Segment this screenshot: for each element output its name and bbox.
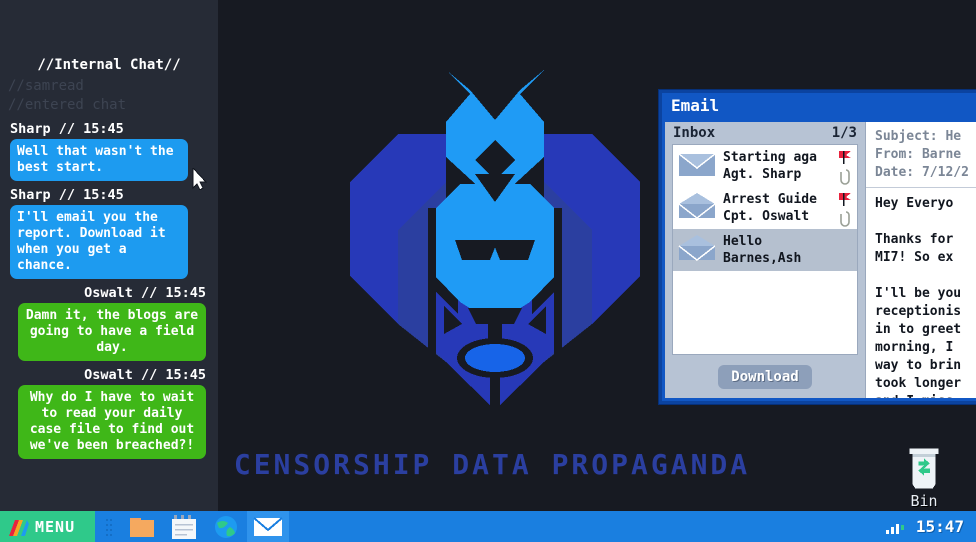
chat-message: Sharp // 15:45 I'll email you the report… xyxy=(0,186,218,279)
inbox-item-sender: Barnes,Ash xyxy=(723,251,802,266)
inbox-item-icons xyxy=(833,191,855,227)
notepad-icon xyxy=(172,514,196,539)
email-reading-body: Hey Everyo Thanks for MI7! So ex I'll be… xyxy=(866,188,976,398)
taskbar-clock[interactable]: 15:47 xyxy=(916,517,964,536)
email-body-paragraph: I'll be you receptionis in to greet morn… xyxy=(875,286,962,398)
chat-message-bubble: I'll email you the report. Download it w… xyxy=(10,205,188,279)
inbox-item-text: Arrest Guide Cpt. Oswalt xyxy=(723,191,827,225)
taskbar-item-notepad[interactable] xyxy=(163,511,205,542)
email-body-paragraph: Hey Everyo xyxy=(875,196,954,211)
inbox-column: Inbox 1/3 Starting aga Agt. Sharp Arrest… xyxy=(665,122,865,398)
inbox-item-sender: Cpt. Oswalt xyxy=(723,209,810,224)
inbox-list-item[interactable]: Starting aga Agt. Sharp xyxy=(673,145,857,187)
download-button-wrap: Download xyxy=(665,355,865,398)
red-flag-icon xyxy=(839,193,851,206)
email-body-paragraph: Thanks for MI7! So ex xyxy=(875,232,954,265)
internal-chat-panel: //Internal Chat// //samread //entered ch… xyxy=(0,0,218,511)
inbox-item-subject: Hello xyxy=(723,234,763,249)
email-from-line: From: Barne xyxy=(875,147,962,162)
taskbar: MENU 15:47 xyxy=(0,511,976,542)
inbox-item-icons xyxy=(833,149,855,185)
chat-system-line: //samread xyxy=(8,78,84,94)
open-envelope-icon xyxy=(678,235,716,261)
system-tray: 15:47 xyxy=(885,517,976,536)
chat-message-bubble: Well that wasn't the best start. xyxy=(10,139,188,181)
rainbow-start-icon xyxy=(9,519,29,536)
red-flag-icon xyxy=(839,151,851,164)
taskbar-item-email[interactable] xyxy=(247,511,289,542)
desktop-wordart: Censorship Data Propaganda xyxy=(233,448,751,481)
paperclip-icon xyxy=(840,211,850,227)
email-reading-header: Subject: He From: Barne Date: 7/12/2 xyxy=(866,122,976,188)
inbox-item-subject: Starting aga xyxy=(723,150,817,165)
chat-message-meta: Sharp // 15:45 xyxy=(10,187,124,203)
chat-message-meta: Oswalt // 15:45 xyxy=(84,367,206,383)
desktop: Censorship Data Propaganda Bin //Interna… xyxy=(0,0,976,542)
inbox-header: Inbox 1/3 xyxy=(665,122,865,144)
inbox-item-text: Hello Barnes,Ash xyxy=(723,233,827,267)
inbox-list-item-selected[interactable]: Hello Barnes,Ash xyxy=(673,229,857,271)
start-menu-label: MENU xyxy=(35,517,76,536)
chat-message-meta: Oswalt // 15:45 xyxy=(84,285,206,301)
taskbar-item-folder[interactable] xyxy=(121,511,163,542)
inbox-message-list[interactable]: Starting aga Agt. Sharp Arrest Guide Cpt… xyxy=(672,144,858,355)
inbox-list-item[interactable]: Arrest Guide Cpt. Oswalt xyxy=(673,187,857,229)
chat-message-meta: Sharp // 15:45 xyxy=(10,121,124,137)
inbox-counter: 1/3 xyxy=(831,125,857,141)
signal-bars-icon[interactable] xyxy=(885,519,909,535)
download-button[interactable]: Download xyxy=(718,365,812,389)
inbox-item-subject: Arrest Guide xyxy=(723,192,817,207)
lion-head-logo xyxy=(340,62,650,412)
email-subject-line: Subject: He xyxy=(875,129,962,144)
chat-system-line: //entered chat xyxy=(8,97,127,113)
chat-title: //Internal Chat// xyxy=(37,57,181,73)
taskbar-grip-handle[interactable] xyxy=(101,516,117,538)
open-envelope-icon xyxy=(678,193,716,219)
email-window-body: Inbox 1/3 Starting aga Agt. Sharp Arrest… xyxy=(665,122,976,398)
chat-message: Oswalt // 15:45 Why do I have to wait to… xyxy=(0,366,218,459)
chat-message-bubble: Damn it, the blogs are going to have a f… xyxy=(18,303,206,361)
folder-icon xyxy=(130,517,154,537)
mouse-cursor xyxy=(192,168,208,190)
email-window[interactable]: Email Inbox 1/3 Starting aga Agt. Sharp … xyxy=(659,90,976,404)
email-date-line: Date: 7/12/2 xyxy=(875,165,969,180)
chat-message: Oswalt // 15:45 Damn it, the blogs are g… xyxy=(0,284,218,361)
inbox-item-sender: Agt. Sharp xyxy=(723,167,802,182)
taskbar-item-browser[interactable] xyxy=(205,511,247,542)
paperclip-icon xyxy=(840,169,850,185)
start-menu-button[interactable]: MENU xyxy=(0,511,95,542)
closed-envelope-icon xyxy=(678,153,716,176)
email-window-titlebar: Email xyxy=(662,93,976,119)
globe-browser-icon xyxy=(215,515,237,538)
recycle-bin-icon xyxy=(909,448,939,489)
inbox-label: Inbox xyxy=(673,125,716,141)
email-reading-pane: Subject: He From: Barne Date: 7/12/2 Hey… xyxy=(865,122,976,398)
inbox-item-text: Starting aga Agt. Sharp xyxy=(723,149,827,183)
chat-message: Sharp // 15:45 Well that wasn't the best… xyxy=(0,120,218,181)
chat-message-bubble: Why do I have to wait to read your daily… xyxy=(18,385,206,459)
mail-icon xyxy=(253,516,283,536)
desktop-icon-bin[interactable]: Bin xyxy=(893,444,955,510)
bin-label: Bin xyxy=(910,492,938,510)
